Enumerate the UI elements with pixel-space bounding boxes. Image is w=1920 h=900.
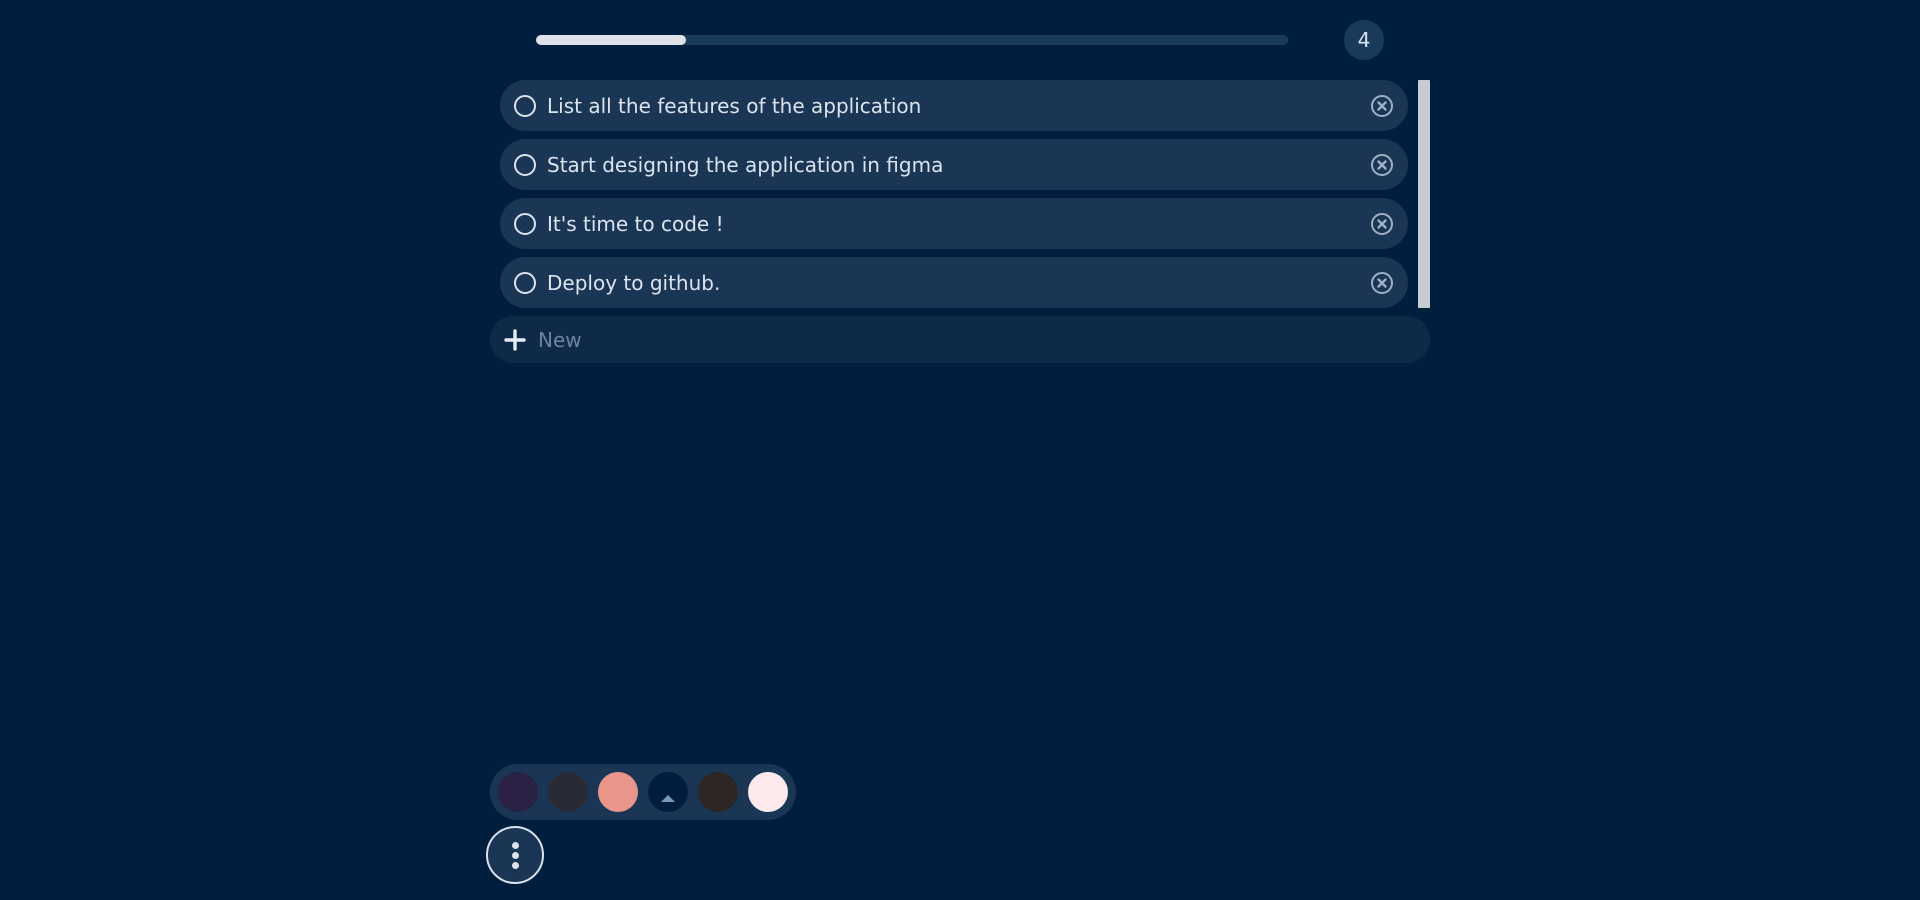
new-task-row[interactable] (490, 316, 1430, 363)
close-circle-icon[interactable] (1370, 153, 1394, 177)
task-label: List all the features of the application (547, 93, 922, 118)
task-list: List all the features of the application… (500, 80, 1408, 316)
menu-dot (511, 861, 519, 869)
theme-swatch[interactable] (748, 772, 788, 812)
progress-bar-fill (536, 35, 687, 45)
circle-icon[interactable] (514, 271, 536, 294)
circle-icon[interactable] (514, 212, 536, 235)
circle-icon[interactable] (514, 153, 536, 176)
todo-app: 4 List all the features of the applicati… (0, 0, 1920, 900)
task-item[interactable]: Deploy to github. (500, 257, 1408, 308)
close-circle-icon[interactable] (1370, 271, 1394, 295)
menu-dot (511, 841, 519, 849)
list-scrollbar[interactable] (1418, 80, 1430, 308)
close-circle-icon[interactable] (1370, 94, 1394, 118)
new-task-input[interactable] (538, 327, 1398, 352)
task-label: It's time to code ! (547, 211, 724, 236)
task-count-badge: 4 (1344, 20, 1384, 60)
task-item[interactable]: It's time to code ! (500, 198, 1408, 249)
close-circle-icon[interactable] (1370, 212, 1394, 236)
theme-swatch[interactable] (598, 772, 638, 812)
progress-bar (536, 35, 1288, 45)
circle-icon[interactable] (514, 94, 536, 117)
theme-swatch[interactable] (498, 772, 538, 812)
task-label: Start designing the application in figma (547, 152, 944, 177)
theme-swatch[interactable] (648, 772, 688, 812)
task-item[interactable]: List all the features of the application (500, 80, 1408, 131)
theme-swatch[interactable] (548, 772, 588, 812)
theme-swatch[interactable] (698, 772, 738, 812)
task-item[interactable]: Start designing the application in figma (500, 139, 1408, 190)
theme-color-picker (490, 764, 796, 820)
task-label: Deploy to github. (547, 270, 721, 295)
plus-icon[interactable] (504, 328, 526, 351)
selected-caret-icon (661, 795, 675, 802)
menu-dot (511, 851, 519, 859)
more-vertical-icon[interactable] (486, 826, 544, 884)
